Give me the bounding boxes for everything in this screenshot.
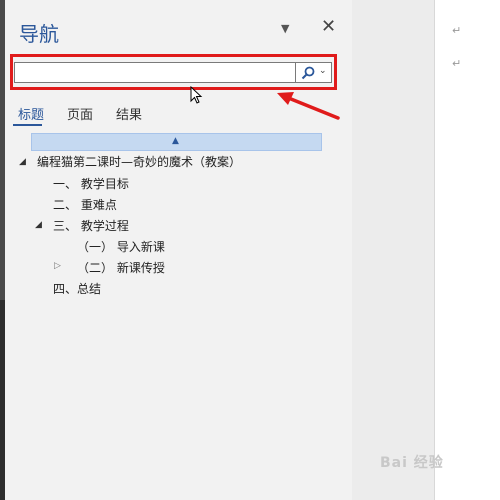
collapse-up-icon: ▲ [172, 136, 179, 146]
paragraph-mark: ↵ [452, 24, 462, 37]
heading-item[interactable]: （一） 导入新课 [77, 238, 165, 255]
tab-headings[interactable]: 标题 [18, 104, 44, 123]
paragraph-mark: ↵ [452, 57, 462, 70]
heading-item[interactable]: （二） 新课传授 [77, 259, 165, 276]
heading-item[interactable]: 编程猫第二课时—奇妙的魔术（教案） [37, 153, 241, 170]
tab-pages[interactable]: 页面 [67, 104, 93, 123]
heading-item[interactable]: 二、 重难点 [53, 196, 117, 213]
expand-arrow-icon[interactable]: ◢ [19, 157, 26, 167]
mouse-pointer-icon [190, 86, 203, 104]
collapsed-arrow-icon[interactable]: ▷ [54, 261, 61, 271]
search-icon [301, 66, 315, 80]
tab-results[interactable]: 结果 [116, 104, 142, 123]
search-input[interactable] [14, 62, 296, 83]
active-tab-indicator [13, 124, 42, 126]
close-icon[interactable]: ✕ [321, 16, 336, 37]
pane-title: 导航 [19, 22, 59, 46]
heading-item[interactable]: 三、 教学过程 [53, 217, 129, 234]
document-page[interactable]: ↵ ↵ [434, 0, 500, 500]
collapse-to-top-button[interactable]: ▲ [31, 133, 322, 151]
watermark: Bai 经验 [380, 455, 444, 471]
pane-options-icon[interactable]: ▼ [281, 22, 289, 35]
red-arrow-annotation-icon [277, 92, 340, 120]
document-gutter [352, 0, 434, 500]
search-button[interactable]: ⌄ [296, 62, 332, 83]
heading-item[interactable]: 四、总结 [53, 280, 101, 297]
heading-item[interactable]: 一、 教学目标 [53, 175, 129, 192]
expand-arrow-icon[interactable]: ◢ [35, 220, 42, 230]
chevron-down-icon: ⌄ [319, 66, 327, 76]
